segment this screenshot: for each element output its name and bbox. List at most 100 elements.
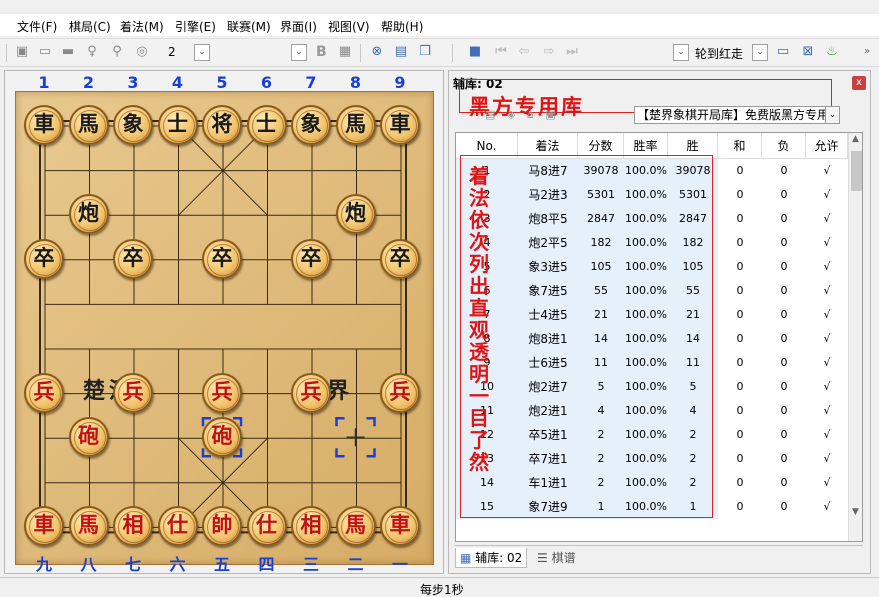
table-cell: √ bbox=[823, 188, 831, 201]
turn-label[interactable]: 轮到红走 bbox=[695, 45, 743, 62]
red-piece[interactable]: 仕 bbox=[157, 506, 198, 547]
book-selector[interactable]: 【楚界象棋开局库】免费版黑方专用... bbox=[634, 106, 839, 124]
black-piece[interactable]: 将 bbox=[202, 105, 242, 145]
red-piece[interactable]: 馬 bbox=[335, 506, 376, 547]
red-piece[interactable]: 兵 bbox=[202, 372, 242, 413]
bulb-icon[interactable]: ♀ bbox=[83, 43, 101, 61]
menu-bar: 文件(F) 棋局(C) 着法(M) 引擎(E) 联赛(M) 界面(I) 视图(V… bbox=[0, 14, 879, 36]
table-cell: 0 bbox=[780, 404, 788, 417]
table-cell: 0 bbox=[780, 356, 788, 369]
black-piece[interactable]: 士 bbox=[246, 105, 287, 145]
tab-notation[interactable]: ☰ 棋谱 bbox=[533, 548, 580, 568]
screen-icon[interactable]: ▬ bbox=[59, 43, 77, 61]
scrollbar-thumb[interactable] bbox=[851, 151, 862, 191]
column-header[interactable]: 允许 bbox=[806, 133, 848, 159]
last-move-icon[interactable]: ⏭ bbox=[563, 43, 581, 61]
red-piece[interactable]: 仕 bbox=[246, 506, 287, 547]
grid-scrollbar[interactable]: ▲ ▼ bbox=[848, 133, 862, 541]
board-save-icon[interactable]: ■ bbox=[466, 43, 484, 61]
table-cell: 0 bbox=[736, 236, 744, 249]
file-number-bottom: 一 bbox=[391, 555, 408, 574]
copy-icon[interactable]: ❐ bbox=[416, 43, 434, 61]
black-piece[interactable]: 車 bbox=[24, 105, 64, 145]
black-piece[interactable]: 炮 bbox=[335, 194, 376, 235]
menu-move[interactable]: 着法(M) bbox=[120, 18, 164, 35]
prev-move-icon[interactable]: ⇦ bbox=[515, 43, 533, 61]
column-header[interactable]: 负 bbox=[762, 133, 806, 159]
book-selector-arrow[interactable]: ⌄ bbox=[825, 106, 840, 124]
menu-view[interactable]: 视图(V) bbox=[328, 18, 370, 35]
red-piece[interactable]: 兵 bbox=[380, 372, 420, 413]
link-icon[interactable]: ⊗ bbox=[368, 43, 386, 61]
black-piece[interactable]: 馬 bbox=[68, 105, 109, 145]
file-number-top: 7 bbox=[305, 73, 317, 92]
black-piece[interactable]: 馬 bbox=[335, 105, 376, 145]
engine-run-icon[interactable]: ♨ bbox=[823, 43, 841, 61]
red-piece[interactable]: 馬 bbox=[68, 506, 109, 547]
red-piece[interactable]: 兵 bbox=[113, 372, 153, 413]
bold-button[interactable]: B bbox=[316, 44, 327, 60]
black-piece[interactable]: 卒 bbox=[24, 238, 64, 279]
tab-book[interactable]: ▦ 辅库: 02 bbox=[455, 548, 528, 568]
menu-interface[interactable]: 界面(I) bbox=[280, 18, 317, 35]
toolbar-overflow-icon[interactable]: » bbox=[858, 43, 876, 61]
chess-board[interactable] bbox=[15, 91, 434, 565]
black-piece[interactable]: 卒 bbox=[113, 238, 153, 279]
table-cell: 0 bbox=[736, 188, 744, 201]
turn-dropdown-arrow[interactable]: ⌄ bbox=[673, 44, 689, 61]
board-grid bbox=[39, 120, 407, 534]
table-cell: 0 bbox=[780, 212, 788, 225]
table-cell: √ bbox=[823, 308, 831, 321]
red-piece[interactable]: 砲 bbox=[202, 417, 242, 458]
monitor-icon[interactable]: ▭ bbox=[36, 43, 54, 61]
black-piece[interactable]: 士 bbox=[157, 105, 198, 145]
red-piece[interactable]: 砲 bbox=[68, 417, 109, 458]
table-cell: √ bbox=[823, 500, 831, 513]
next-move-icon[interactable]: ⇨ bbox=[540, 43, 558, 61]
save-icon[interactable]: ▤ bbox=[392, 43, 410, 61]
table-cell: 0 bbox=[780, 332, 788, 345]
magnifier-icon[interactable]: ⚲ bbox=[108, 43, 126, 61]
new-board-icon[interactable]: ▣ bbox=[13, 43, 31, 61]
table-cell: 0 bbox=[780, 452, 788, 465]
globe-icon[interactable]: ◎ bbox=[133, 43, 151, 61]
menu-file[interactable]: 文件(F) bbox=[17, 18, 57, 35]
black-piece[interactable]: 車 bbox=[380, 105, 420, 145]
menu-engine[interactable]: 引擎(E) bbox=[175, 18, 216, 35]
status-bar: 每步1秒 bbox=[0, 577, 879, 597]
column-header[interactable]: 和 bbox=[718, 133, 762, 159]
toolbar-separator-2 bbox=[452, 44, 453, 62]
menu-league[interactable]: 联赛(M) bbox=[227, 18, 271, 35]
file-number-top: 2 bbox=[82, 73, 95, 92]
file-number-bottom: 三 bbox=[302, 555, 319, 574]
app-window: 文件(F) 棋局(C) 着法(M) 引擎(E) 联赛(M) 界面(I) 视图(V… bbox=[0, 0, 879, 597]
toolbar: ▣ ▭ ▬ ♀ ⚲ ◎ 2 ⌄ ⌄ B ▦ ⊗ ▤ ❐ ■ ⏮ ⇦ ⇨ ⏭ ⌄ … bbox=[0, 38, 879, 67]
computer-icon[interactable]: ▭ bbox=[774, 43, 792, 61]
table-cell: 0 bbox=[736, 356, 744, 369]
font-dropdown-arrow[interactable]: ⌄ bbox=[291, 44, 307, 61]
opening-book-panel: 辅库: 02 x 黑方专用库 ▤ ◈ ⌂ ▣ 【楚界象棋开局库】免费版黑方专用.… bbox=[448, 70, 871, 574]
annotation-vertical-text: 着法依次列出直观透明一目了然 bbox=[469, 164, 489, 474]
black-piece[interactable]: 卒 bbox=[380, 238, 420, 279]
close-button[interactable]: x bbox=[852, 76, 866, 90]
black-piece[interactable]: 卒 bbox=[202, 238, 242, 279]
scroll-up-icon[interactable]: ▲ bbox=[852, 134, 859, 144]
table-cell: 0 bbox=[780, 284, 788, 297]
first-move-icon[interactable]: ⏮ bbox=[492, 43, 510, 61]
red-piece[interactable]: 兵 bbox=[291, 372, 331, 413]
engine-dropdown-arrow[interactable]: ⌄ bbox=[752, 44, 768, 61]
black-piece[interactable]: 象 bbox=[113, 105, 153, 145]
black-piece[interactable]: 卒 bbox=[291, 238, 331, 279]
black-piece[interactable]: 炮 bbox=[68, 194, 109, 235]
menu-help[interactable]: 帮助(H) bbox=[381, 18, 423, 35]
computer-stop-icon[interactable]: ⊠ bbox=[799, 43, 817, 61]
scroll-down-icon[interactable]: ▼ bbox=[852, 507, 859, 517]
black-piece[interactable]: 象 bbox=[291, 105, 331, 145]
table-icon[interactable]: ▦ bbox=[336, 43, 354, 61]
table-cell: 0 bbox=[780, 500, 788, 513]
level-value[interactable]: 2 bbox=[168, 45, 176, 59]
file-number-bottom: 六 bbox=[169, 555, 186, 574]
level-dropdown-arrow[interactable]: ⌄ bbox=[194, 44, 210, 61]
menu-game[interactable]: 棋局(C) bbox=[69, 18, 111, 35]
red-piece[interactable]: 兵 bbox=[24, 372, 64, 413]
